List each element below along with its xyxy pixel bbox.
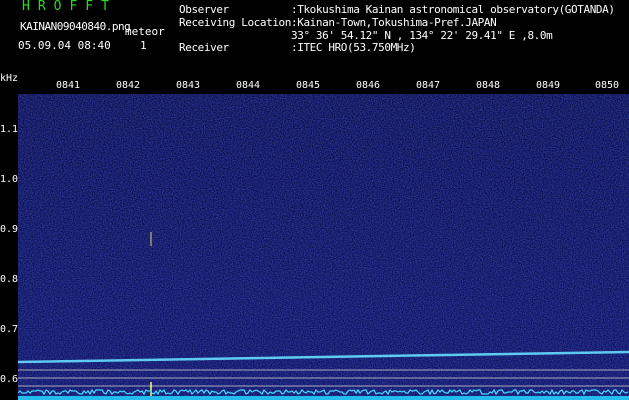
file-name: KAINAN09040840.png [20,20,131,33]
freq-tick: 0.7 [0,324,19,335]
time-tick: 0843 [176,80,201,91]
freq-tick: 1.1 [0,124,19,135]
meteor-label: meteor [125,25,165,38]
time-axis: 0841 0842 0843 0844 0845 0846 0847 0848 … [0,80,629,94]
level-baseline [18,396,629,400]
time-tick: 0850 [595,80,620,91]
meteor-count: 1 [140,39,147,52]
freq-tick: 0.6 [0,374,19,385]
spectrogram-plot [18,94,629,400]
observer-row: Observer :Tkokushima Kainan astronomical… [179,3,615,16]
freq-tick: 1.0 [0,174,19,185]
datetime: 05.09.04 08:40 [18,39,111,52]
freq-axis: 1.1 1.0 0.9 0.8 0.7 0.6 [0,94,18,400]
receiver-row: Receiver :ITEC HRO(53.750MHz) [179,41,416,54]
time-tick: 0841 [56,80,81,91]
app-title: HROFFT [22,0,117,14]
time-tick: 0844 [236,80,261,91]
time-tick: 0849 [536,80,561,91]
time-tick: 0846 [356,80,381,91]
location-row: Receiving Location:Kainan-Town,Tokushima… [179,16,497,29]
header: HROFFT KAINAN09040840.png meteor 05.09.0… [0,0,629,76]
time-tick: 0848 [476,80,501,91]
time-tick: 0842 [116,80,141,91]
time-tick: 0847 [416,80,441,91]
freq-tick: 0.9 [0,224,19,235]
freq-tick: 0.8 [0,274,19,285]
time-tick: 0845 [296,80,321,91]
